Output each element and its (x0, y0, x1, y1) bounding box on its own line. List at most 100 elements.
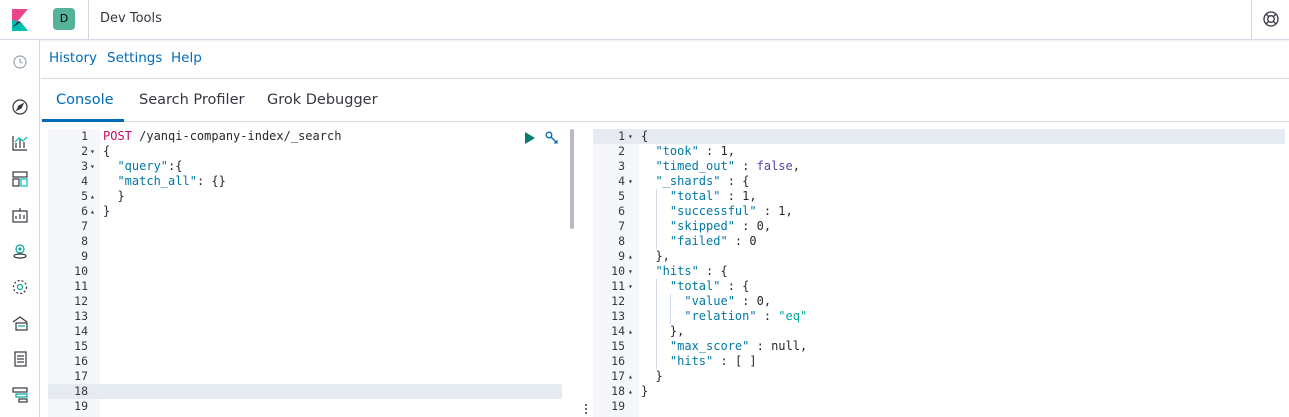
line-number: 16 (611, 354, 625, 368)
code-token: : 1, (698, 144, 735, 158)
request-editor[interactable]: 1 2 3 4 5 6 7 8 9 10 11 12 13 14 15 16 17 18 19 POST /yanqi… (48, 129, 578, 417)
menu-help[interactable]: Help (171, 50, 202, 66)
code-token: }, (641, 324, 685, 338)
play-icon[interactable] (524, 131, 536, 145)
line-number: 19 (74, 399, 88, 413)
tab-search-profiler[interactable]: Search Profiler (139, 92, 244, 108)
wrench-icon[interactable] (545, 131, 559, 145)
fold-close-icon[interactable]: ▴ (90, 204, 95, 219)
fold-close-icon[interactable]: ▴ (628, 384, 633, 399)
code-token: { (103, 144, 111, 158)
active-line-highlight (48, 384, 562, 399)
line-number: 6 (618, 204, 625, 218)
code-token: "eq" (778, 309, 808, 323)
menu-history[interactable]: History (49, 50, 97, 66)
line-number: 11 (611, 279, 625, 293)
code-token: : { (698, 264, 728, 278)
code-token: , (792, 159, 800, 173)
logs-icon[interactable] (11, 350, 29, 368)
code-token: : 0, (734, 294, 772, 308)
code-token: "took" (655, 144, 699, 158)
line-number: 3 (618, 159, 625, 173)
fold-open-icon[interactable]: ▾ (628, 129, 633, 144)
fold-open-icon[interactable]: ▾ (90, 144, 95, 159)
code-token: /yanqi-company-index/_search (131, 129, 342, 143)
code-line: "match_all": {} (103, 174, 225, 189)
maps-icon[interactable] (11, 242, 29, 260)
kibana-logo[interactable] (0, 0, 40, 40)
code-token: : (756, 309, 779, 323)
line-number: 17 (74, 369, 88, 383)
line-number: 9 (81, 249, 88, 263)
code-token: : { (720, 279, 750, 293)
code-line: } (103, 204, 110, 219)
canvas-icon[interactable] (11, 206, 29, 224)
clock-icon[interactable] (11, 53, 29, 71)
code-token: } (103, 204, 111, 218)
menu-settings[interactable]: Settings (107, 50, 162, 66)
visualize-icon[interactable] (11, 134, 29, 152)
code-token: :{ (168, 159, 183, 173)
line-number: 9 (618, 249, 625, 263)
fold-open-icon[interactable]: ▾ (628, 174, 633, 189)
line-number: 7 (81, 219, 88, 233)
fold-open-icon[interactable]: ▾ (90, 159, 95, 174)
code-line: "relation" : "eq" (641, 309, 807, 324)
fold-close-icon[interactable]: ▴ (90, 189, 95, 204)
line-number: 8 (81, 234, 88, 248)
line-number: 12 (74, 294, 88, 308)
help-icon[interactable] (1262, 10, 1280, 28)
tab-console[interactable]: Console (56, 92, 114, 108)
code-token: "failed" (669, 234, 728, 248)
code-line: "took" : 1, (641, 144, 735, 159)
code-line: "value" : 0, (641, 294, 771, 309)
ml-icon[interactable] (11, 278, 29, 296)
fold-close-icon[interactable]: ▴ (628, 369, 633, 384)
fold-close-icon[interactable]: ▴ (628, 249, 633, 264)
line-number: 15 (611, 339, 625, 353)
fold-open-icon[interactable]: ▾ (628, 264, 633, 279)
code-line: { (103, 144, 110, 159)
top-header: D Dev Tools (0, 0, 1289, 40)
compass-icon[interactable] (11, 98, 29, 116)
active-line-highlight (593, 129, 1285, 144)
line-number: 2 (618, 144, 625, 158)
line-number: 18 (74, 384, 88, 398)
fold-close-icon[interactable]: ▴ (628, 324, 633, 339)
line-number: 13 (74, 309, 88, 323)
line-number: 10 (74, 264, 88, 278)
code-token: : (734, 159, 757, 173)
code-token: "query" (117, 159, 169, 173)
page-title: Dev Tools (100, 11, 162, 26)
tab-grok-debugger[interactable]: Grok Debugger (267, 92, 378, 108)
code-token: "_shards" (655, 174, 721, 188)
code-token: false (756, 159, 793, 173)
code-token: } (103, 189, 125, 203)
code-token: : null, (749, 339, 808, 353)
code-line: }, (641, 324, 684, 339)
line-number: 18 (611, 384, 625, 398)
code-token: "timed_out" (655, 159, 735, 173)
panel-resizer[interactable] (583, 129, 589, 417)
code-token: }, (641, 249, 670, 263)
code-token: : [ ] (713, 354, 757, 368)
line-number: 15 (74, 339, 88, 353)
dashboard-icon[interactable] (11, 170, 29, 188)
apm-icon[interactable] (11, 386, 29, 404)
line-number: 16 (74, 354, 88, 368)
code-token: "value" (684, 294, 735, 308)
fold-open-icon[interactable]: ▾ (628, 279, 633, 294)
app-badge[interactable]: D (53, 8, 75, 30)
header-divider (88, 0, 89, 40)
response-editor[interactable]: 1 2 3 4 5 6 7 8 9 10 11 12 13 14 15 16 17 18 19 ▾{ "took" :… (593, 129, 1285, 417)
code-token: } (641, 369, 663, 383)
code-line: }, (641, 249, 670, 264)
request-scrollbar[interactable] (570, 129, 574, 229)
infrastructure-icon[interactable] (11, 314, 29, 332)
